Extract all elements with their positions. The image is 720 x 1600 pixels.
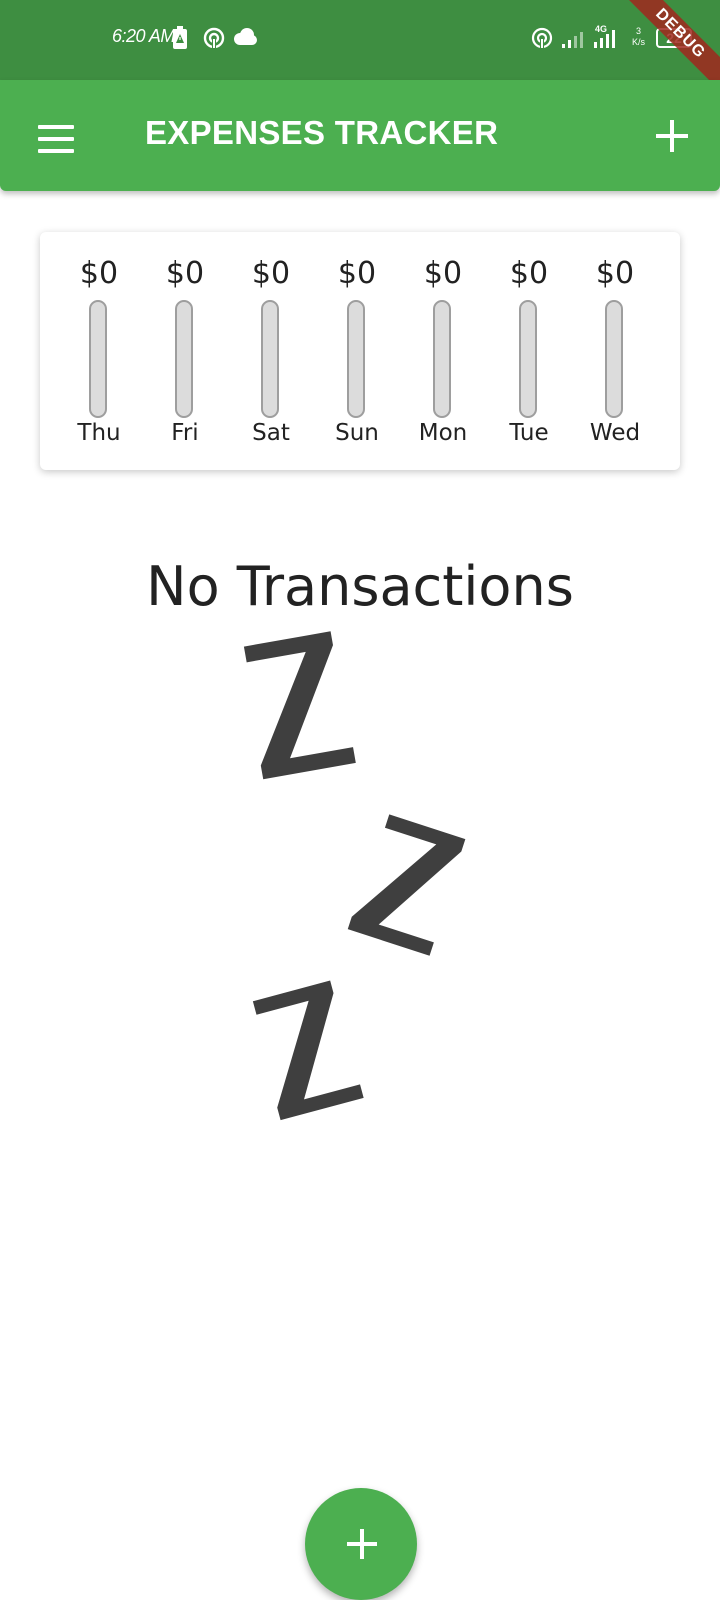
hotspot-icon: [531, 27, 553, 50]
battery-alert-icon: [173, 26, 187, 49]
day-label: Fri: [171, 420, 199, 446]
chart-column-mon: $0 Mon: [400, 232, 486, 470]
day-label: Sun: [335, 420, 379, 446]
spending-bar: [347, 300, 365, 418]
day-amount: $0: [79, 256, 119, 291]
chart-column-fri: $0 Fri: [142, 232, 228, 470]
chart-column-thu: $0 Thu: [56, 232, 142, 470]
day-label: Wed: [589, 420, 641, 446]
network-speed-value: 3: [636, 26, 642, 36]
day-label: Thu: [77, 420, 121, 446]
network-speed-unit: K/s: [632, 37, 646, 47]
empty-state-title: No Transactions: [146, 555, 574, 618]
day-amount: $0: [337, 256, 377, 291]
day-label: Mon: [418, 420, 468, 446]
cloud-icon: [234, 28, 257, 45]
spending-bar: [175, 300, 193, 418]
app-title: EXPENSES TRACKER: [145, 114, 499, 151]
weekly-spending-chart: $0 Thu $0 Fri $0 Sat $0 Sun $0 Mon $0 Tu…: [40, 232, 680, 470]
spending-bar: [605, 300, 623, 418]
chart-column-wed: $0 Wed: [572, 232, 658, 470]
signal-icon: [594, 30, 615, 48]
chart-column-sat: $0 Sat: [228, 232, 314, 470]
signal-icon: [562, 32, 583, 48]
hotspot-icon: [203, 27, 225, 50]
spending-bar: [89, 300, 107, 418]
add-transaction-fab[interactable]: [305, 1488, 417, 1600]
spending-bar: [519, 300, 537, 418]
chart-column-tue: $0 Tue: [486, 232, 572, 470]
status-bar: 6:20 AM 4G 3 K/s DEBUG: [0, 0, 720, 100]
status-time: 6:20 AM: [112, 26, 175, 46]
day-label: Sat: [252, 420, 290, 446]
network-speed: 3 K/s: [632, 26, 645, 48]
menu-button[interactable]: [30, 116, 74, 156]
day-amount: $0: [251, 256, 291, 291]
add-transaction-button[interactable]: [652, 116, 692, 156]
sleeping-zzz-icon: [243, 631, 466, 1121]
day-amount: $0: [423, 256, 463, 291]
day-amount: $0: [595, 256, 635, 291]
day-label: Tue: [509, 420, 549, 446]
app-bar: EXPENSES TRACKER: [0, 80, 720, 191]
day-amount: $0: [165, 256, 205, 291]
day-amount: $0: [509, 256, 549, 291]
chart-column-sun: $0 Sun: [314, 232, 400, 470]
spending-bar: [433, 300, 451, 418]
spending-bar: [261, 300, 279, 418]
